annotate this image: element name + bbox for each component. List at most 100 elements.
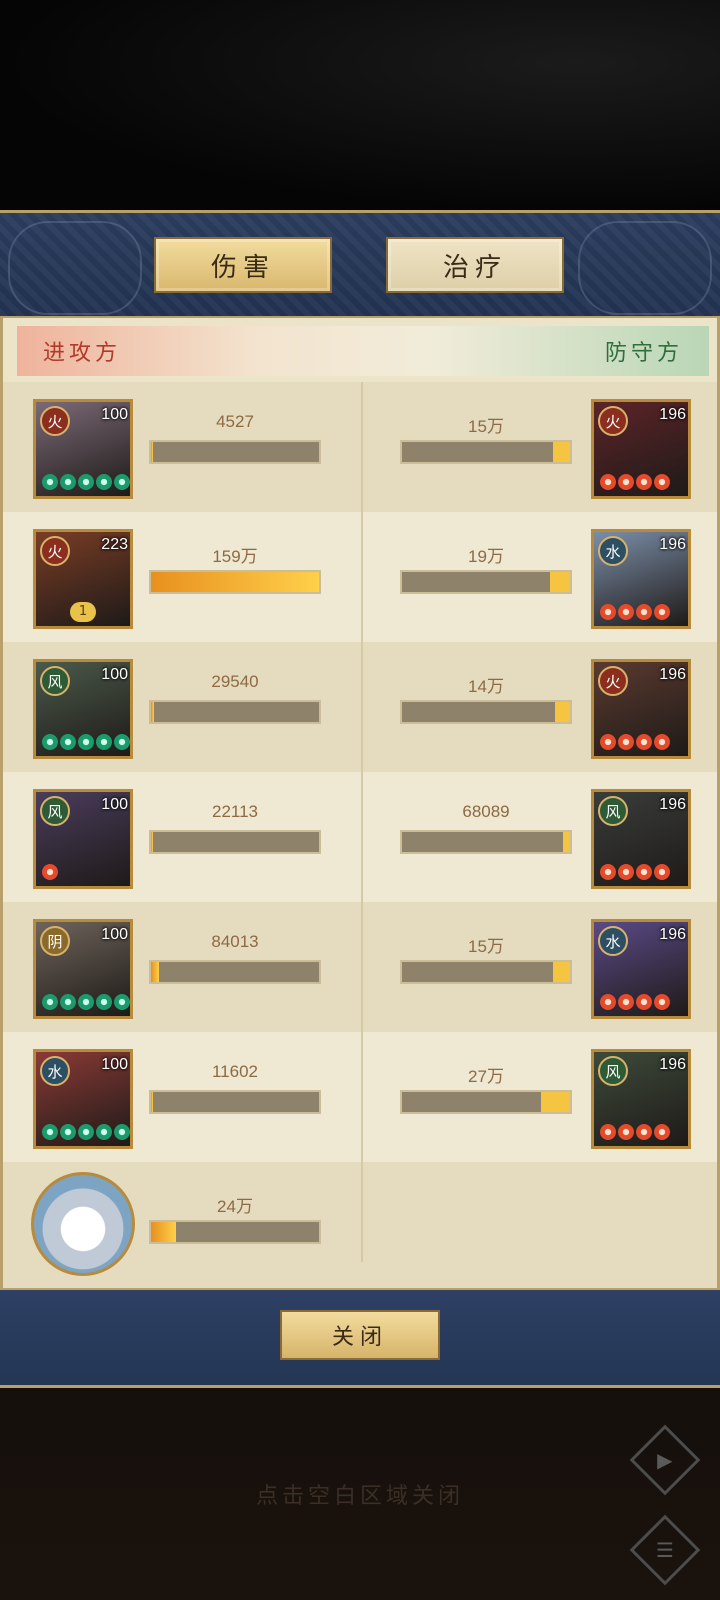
level-badge: 196 [659, 926, 686, 943]
pet-row: 24万 [3, 1162, 717, 1292]
right-stat-bar [400, 700, 572, 724]
right-stat-bar [400, 440, 572, 464]
star-icon [618, 474, 634, 490]
record-list-icon[interactable]: ☰ [629, 1514, 701, 1586]
star-rating [600, 994, 670, 1010]
level-badge: 196 [659, 406, 686, 423]
awaken-badge: 1 [70, 602, 96, 622]
star-rating [42, 994, 130, 1010]
star-icon [618, 1124, 634, 1140]
sides-bar: 进攻方 防守方 [17, 326, 709, 376]
tab-healing[interactable]: 治疗 [386, 237, 564, 293]
bar-fill [541, 1092, 570, 1112]
level-badge: 223 [101, 536, 128, 553]
star-icon [600, 864, 616, 880]
right-shikigami-avatar[interactable]: 水 196 [591, 529, 691, 629]
left-shikigami-avatar[interactable]: 风 100 [33, 789, 133, 889]
star-icon [636, 474, 652, 490]
left-stat-bar [149, 700, 321, 724]
defense-side-label: 防守方 [604, 341, 683, 366]
star-icon [654, 994, 670, 1010]
right-stat-value: 14万 [468, 677, 504, 696]
element-icon: 水 [598, 536, 628, 566]
stats-row: 火 100 4527 15万 火 196 [3, 382, 717, 512]
right-shikigami-avatar[interactable]: 火 196 [591, 659, 691, 759]
star-icon [42, 734, 58, 750]
element-icon: 火 [598, 666, 628, 696]
left-stat-bar [149, 570, 321, 594]
left-shikigami-avatar[interactable]: 风 100 [33, 659, 133, 759]
battle-stats-panel: 伤害 治疗 进攻方 防守方 火 100 4527 15万火 196 火 223 1 159万 19… [0, 210, 720, 1388]
left-stat-bar [149, 440, 321, 464]
right-stat-bar [400, 830, 572, 854]
bar-fill [151, 1222, 177, 1242]
panel-header: 伤害 治疗 [0, 210, 720, 318]
star-icon [600, 994, 616, 1010]
column-divider [361, 382, 363, 1262]
right-stat-value: 15万 [468, 417, 504, 436]
bar-fill [553, 442, 570, 462]
left-stat-bar [149, 830, 321, 854]
element-icon: 风 [598, 1056, 628, 1086]
star-icon [114, 474, 130, 490]
star-icon [654, 474, 670, 490]
right-shikigami-avatar[interactable]: 风 196 [591, 1049, 691, 1149]
close-button[interactable]: 关闭 [280, 1310, 440, 1360]
right-shikigami-avatar[interactable]: 火 196 [591, 399, 691, 499]
attack-side-label: 进攻方 [43, 341, 122, 366]
left-stat-value: 24万 [217, 1197, 253, 1216]
bar-fill [151, 832, 153, 852]
star-icon [114, 994, 130, 1010]
star-icon [96, 994, 112, 1010]
right-stat-bar [400, 570, 572, 594]
star-icon [60, 994, 76, 1010]
star-icon [78, 734, 94, 750]
right-stat-value: 27万 [468, 1067, 504, 1086]
level-badge: 196 [659, 536, 686, 553]
right-shikigami-avatar[interactable]: 水 196 [591, 919, 691, 1019]
element-icon: 风 [40, 666, 70, 696]
stats-row: 风 100 29540 14万 火 196 [3, 642, 717, 772]
level-badge: 100 [101, 406, 128, 423]
stats-row: 水 100 11602 27万 风 196 [3, 1032, 717, 1162]
bar-fill [151, 572, 319, 592]
star-icon [636, 734, 652, 750]
element-icon: 火 [40, 406, 70, 436]
left-stat-value: 29540 [211, 672, 259, 691]
left-shikigami-avatar[interactable]: 阴 100 [33, 919, 133, 1019]
right-stat-bar [400, 960, 572, 984]
pet-avatar[interactable] [31, 1172, 135, 1276]
star-icon [60, 1124, 76, 1140]
bar-fill [553, 962, 570, 982]
star-icon [78, 1124, 94, 1140]
left-shikigami-avatar[interactable]: 火 223 1 [33, 529, 133, 629]
star-icon [42, 994, 58, 1010]
star-icon [654, 1124, 670, 1140]
level-badge: 100 [101, 796, 128, 813]
star-icon [636, 864, 652, 880]
tab-damage[interactable]: 伤害 [154, 237, 332, 293]
star-icon [96, 734, 112, 750]
star-icon [42, 864, 58, 880]
right-stat-value: 15万 [468, 937, 504, 956]
background-blur [0, 0, 720, 210]
tap-empty-to-close-hint: 点击空白区域关闭 [255, 1484, 464, 1509]
element-icon: 水 [40, 1056, 70, 1086]
star-icon [654, 864, 670, 880]
star-rating [42, 1124, 130, 1140]
star-rating [600, 864, 670, 880]
bar-fill [563, 832, 570, 852]
left-stat-bar [149, 960, 321, 984]
star-rating [42, 474, 130, 490]
left-stat-value: 22113 [211, 802, 258, 821]
star-icon [618, 734, 634, 750]
element-icon: 水 [598, 926, 628, 956]
star-rating [42, 864, 58, 880]
left-shikigami-avatar[interactable]: 火 100 [33, 399, 133, 499]
left-stat-bar [149, 1090, 321, 1114]
right-shikigami-avatar[interactable]: 风 196 [591, 789, 691, 889]
left-stat-value: 4527 [216, 412, 254, 431]
left-shikigami-avatar[interactable]: 水 100 [33, 1049, 133, 1149]
star-rating [600, 474, 670, 490]
bar-fill [151, 962, 160, 982]
